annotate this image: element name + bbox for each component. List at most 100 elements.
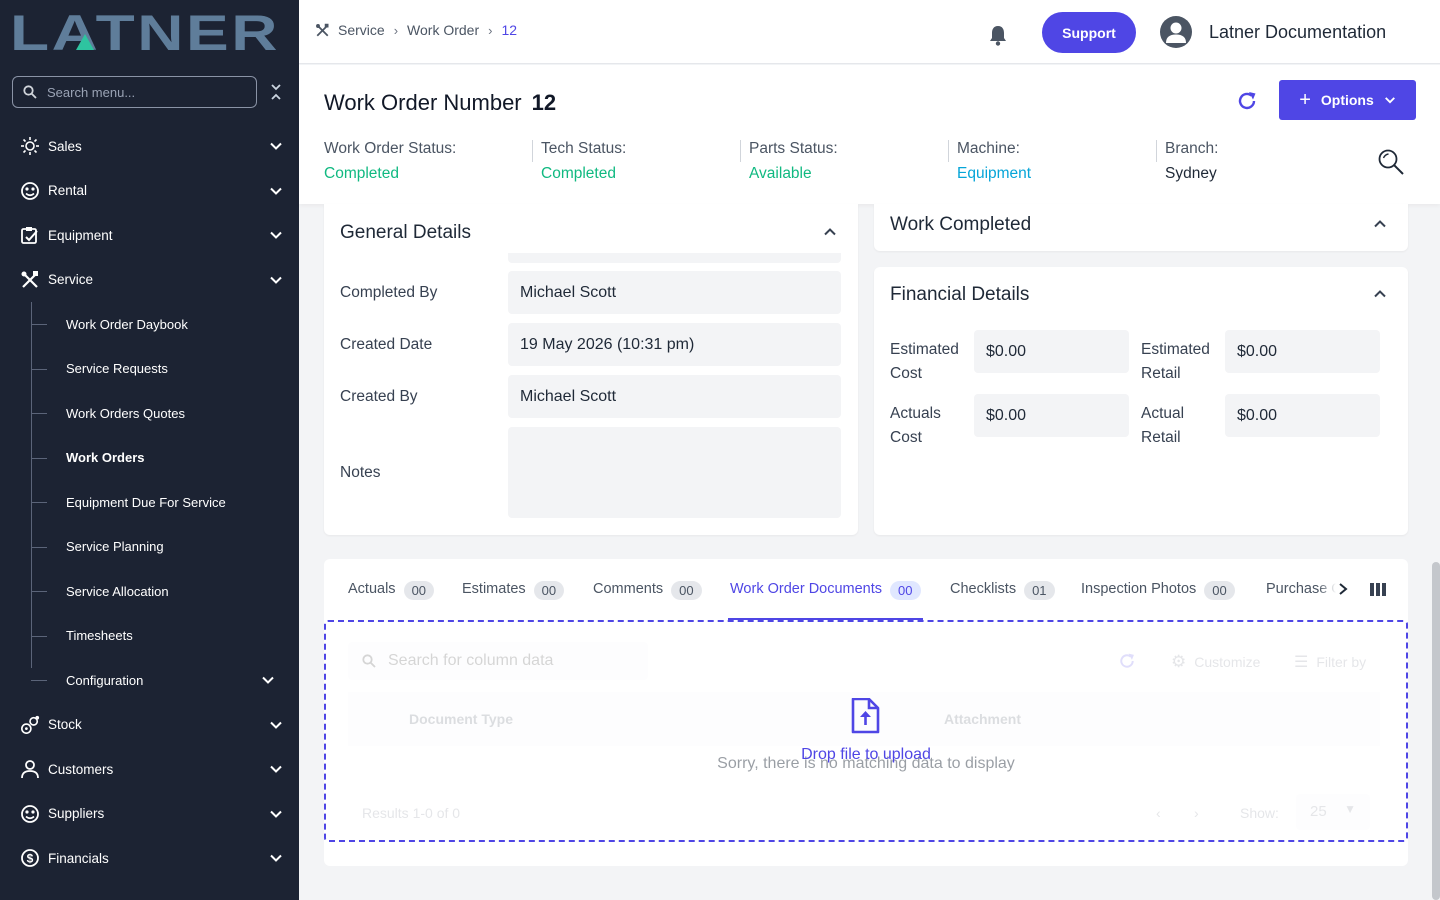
status-label: Branch: xyxy=(1165,140,1219,157)
label-line: Retail xyxy=(1141,365,1181,382)
sidebar-item-equipment-due[interactable]: Equipment Due For Service xyxy=(0,480,299,525)
column-header[interactable]: Attachment xyxy=(944,711,1021,727)
sidebar-item-service-allocation[interactable]: Service Allocation xyxy=(0,569,299,614)
sidebar-item-equipment[interactable]: Equipment xyxy=(0,213,299,258)
breadcrumb-current: 12 xyxy=(501,22,518,38)
label-line: Actual xyxy=(1141,405,1185,422)
collapse-sidebar-icon[interactable] xyxy=(268,82,284,102)
field-label: Completed By xyxy=(340,284,438,301)
avatar[interactable] xyxy=(1160,16,1192,48)
tab-work-order-documents[interactable]: Work Order Documents 00 xyxy=(728,576,923,620)
sidebar-item-stock[interactable]: Stock xyxy=(0,703,299,748)
chevron-down-icon xyxy=(270,231,282,239)
page-scrollbar[interactable] xyxy=(1432,562,1440,900)
label-line: Estimated xyxy=(890,341,959,358)
breadcrumb-work-order[interactable]: Work Order xyxy=(407,22,479,38)
sidebar-item-rental[interactable]: Rental xyxy=(0,169,299,214)
magnify-icon[interactable] xyxy=(1377,148,1407,178)
sidebar-item-customers[interactable]: Customers xyxy=(0,747,299,792)
sidebar-item-timesheets[interactable]: Timesheets xyxy=(0,614,299,659)
machine-link[interactable]: Equipment xyxy=(957,165,1031,183)
chevron-down-icon xyxy=(270,810,282,818)
sidebar-item-financials[interactable]: $ Financials xyxy=(0,836,299,881)
count-badge: 00 xyxy=(890,581,921,600)
status-value: Completed xyxy=(541,165,616,182)
actuals-cost-field[interactable]: $0.00 xyxy=(974,394,1129,437)
file-dropzone[interactable]: Search for column data ⚙ Customize ☰ Filte… xyxy=(324,620,1408,842)
chevron-up-icon[interactable] xyxy=(823,225,837,239)
estimated-retail-label: Estimated Retail xyxy=(1141,338,1210,386)
sidebar-item-service-planning[interactable]: Service Planning xyxy=(0,525,299,570)
bell-icon[interactable] xyxy=(988,24,1008,46)
service-icon xyxy=(316,23,329,36)
prev-page-icon[interactable]: ‹ xyxy=(1156,805,1161,821)
menu-search[interactable] xyxy=(12,76,257,108)
next-page-icon[interactable]: › xyxy=(1194,805,1199,821)
chevron-up-icon[interactable] xyxy=(1373,287,1387,301)
actual-retail-field[interactable]: $0.00 xyxy=(1225,394,1380,437)
work-order-header: Work Order Number 12 + Options Work Order… xyxy=(299,65,1440,204)
user-name[interactable]: Latner Documentation xyxy=(1209,22,1386,43)
sidebar-item-service[interactable]: Service xyxy=(0,258,299,303)
menu-search-input[interactable] xyxy=(47,84,237,100)
options-button[interactable]: + Options xyxy=(1279,80,1416,120)
sidebar-item-configuration[interactable]: Configuration xyxy=(0,658,299,703)
chevron-up-icon[interactable] xyxy=(1373,217,1387,231)
machine-status: Machine: Equipment xyxy=(948,140,1031,188)
tab-purchase-orders[interactable]: Purchase O xyxy=(1266,576,1336,620)
financial-details-card: Financial Details Estimated Cost $0.00 Es… xyxy=(874,267,1408,535)
customize-label: Customize xyxy=(1194,654,1261,670)
created-by-field[interactable]: Michael Scott xyxy=(508,375,841,418)
tab-inspection-photos[interactable]: Inspection Photos 00 xyxy=(1081,576,1235,620)
columns-icon[interactable] xyxy=(1370,583,1386,596)
chevron-down-icon xyxy=(270,854,282,862)
sidebar-item-service-requests[interactable]: Service Requests xyxy=(0,347,299,392)
label-line: Cost xyxy=(890,429,922,446)
filter-button[interactable]: ☰ Filter by xyxy=(1294,652,1366,672)
table-search[interactable]: Search for column data xyxy=(348,642,648,680)
count-badge: 01 xyxy=(1024,581,1055,600)
rental-icon xyxy=(20,181,40,201)
service-icon xyxy=(20,270,40,290)
svg-text:$: $ xyxy=(27,852,34,866)
latner-logo[interactable]: LATNER xyxy=(10,10,282,56)
chevron-down-icon xyxy=(1384,97,1395,104)
customize-button[interactable]: ⚙ Customize xyxy=(1171,652,1260,672)
tab-comments[interactable]: Comments 00 xyxy=(593,576,702,620)
sidebar-item-label: Work Orders Quotes xyxy=(66,405,185,421)
breadcrumb-service[interactable]: Service xyxy=(338,22,385,38)
chevron-down-icon xyxy=(262,676,274,684)
tab-label: Checklists xyxy=(950,581,1017,597)
count-badge: 00 xyxy=(403,581,435,600)
sidebar-item-label: Stock xyxy=(48,717,82,733)
sidebar-item-work-orders-quotes[interactable]: Work Orders Quotes xyxy=(0,391,299,436)
financials-icon: $ xyxy=(20,848,40,868)
service-submenu: Work Order Daybook Service Requests Work… xyxy=(0,302,299,703)
branch-status: Branch: Sydney xyxy=(1156,140,1219,188)
tab-label: Purchase O xyxy=(1266,581,1336,597)
notes-field[interactable] xyxy=(508,427,841,518)
refresh-icon[interactable] xyxy=(1118,652,1136,670)
work-order-number: 12 xyxy=(531,90,557,115)
tab-actuals[interactable]: Actuals 00 xyxy=(348,576,435,620)
support-button[interactable]: Support xyxy=(1042,12,1136,53)
sidebar-item-suppliers[interactable]: Suppliers xyxy=(0,792,299,837)
page-title-text: Work Order Number xyxy=(324,90,522,115)
tab-checklists[interactable]: Checklists 01 xyxy=(950,576,1055,620)
refresh-icon[interactable] xyxy=(1236,90,1258,112)
created-date-field[interactable]: 19 May 2026 (10:31 pm) xyxy=(508,323,841,366)
completed-by-field[interactable]: Michael Scott xyxy=(508,271,841,314)
column-header[interactable]: Document Type xyxy=(409,711,513,727)
tree-branch xyxy=(31,324,47,325)
sidebar-item-label: Equipment Due For Service xyxy=(66,494,226,510)
chevron-right-icon[interactable] xyxy=(1337,582,1349,596)
estimated-retail-field[interactable]: $0.00 xyxy=(1225,330,1380,373)
estimated-cost-field[interactable]: $0.00 xyxy=(974,330,1129,373)
page-size-select[interactable]: 25 ▼ xyxy=(1296,794,1370,830)
sidebar-item-work-orders[interactable]: Work Orders xyxy=(0,436,299,481)
options-label: Options xyxy=(1320,92,1374,108)
tab-estimates[interactable]: Estimates 00 xyxy=(462,576,565,620)
sidebar-item-work-order-daybook[interactable]: Work Order Daybook xyxy=(0,302,299,347)
equipment-icon xyxy=(20,225,40,245)
sidebar-item-sales[interactable]: Sales xyxy=(0,124,299,169)
